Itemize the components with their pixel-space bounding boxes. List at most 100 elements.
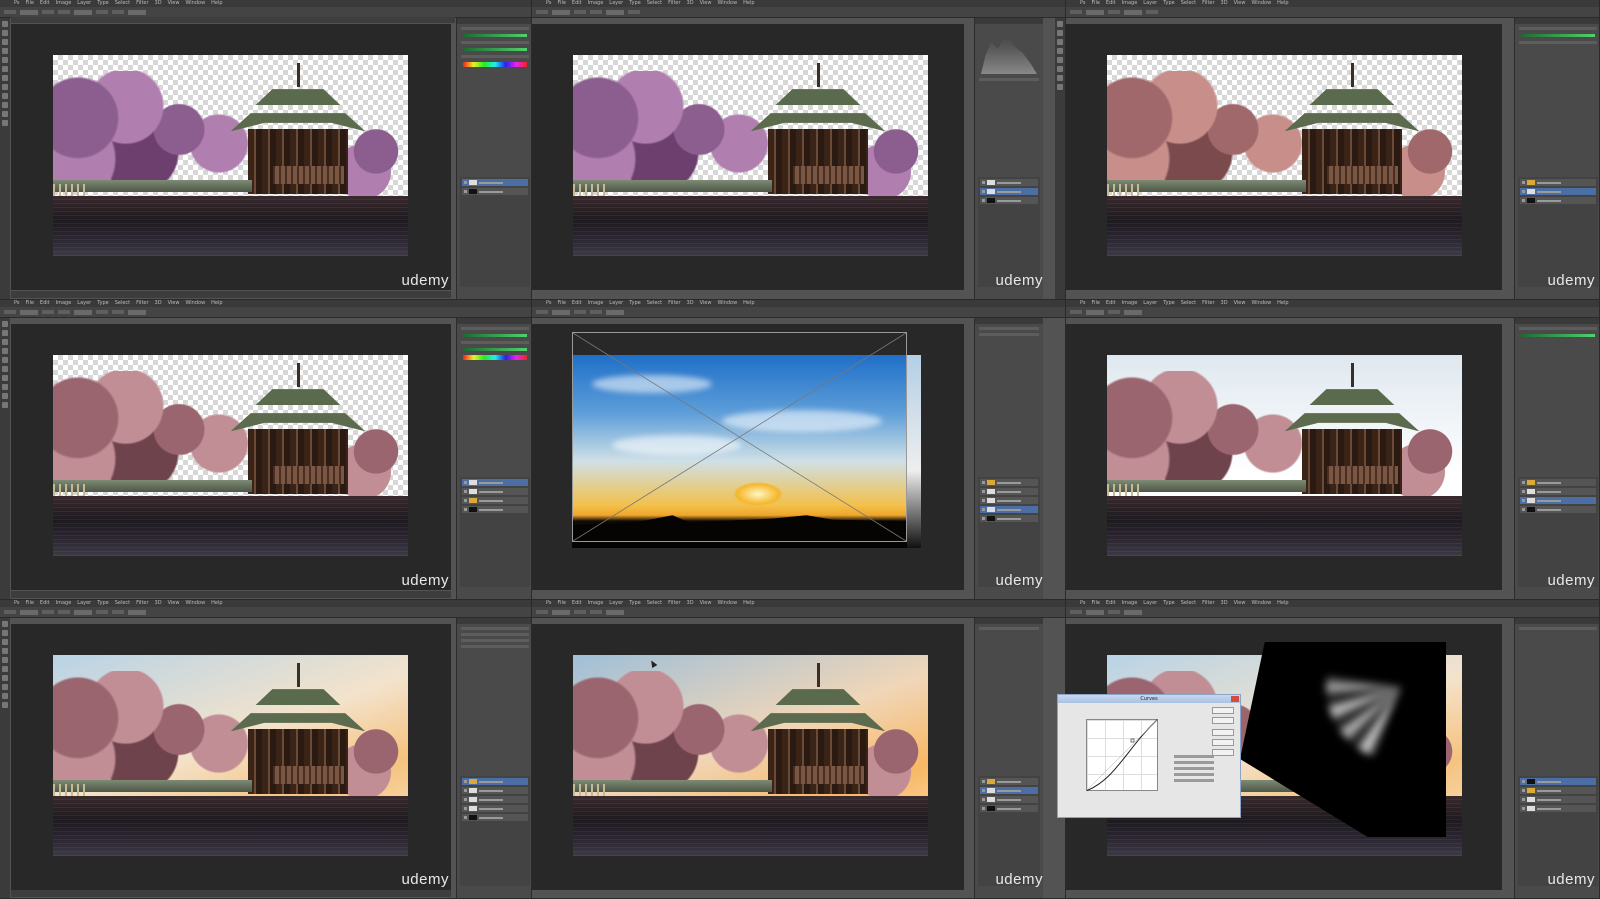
menu-item-filter[interactable]: Filter: [668, 300, 680, 307]
menu-item-edit[interactable]: Edit: [572, 0, 582, 7]
document-canvas[interactable]: [53, 355, 408, 556]
baseline-checkbox[interactable]: [1174, 773, 1214, 776]
menu-bar[interactable]: Ps File Edit Image Layer Type Select Filter 3D Vi…: [1066, 0, 1599, 7]
adjustments-panel[interactable]: [1514, 318, 1599, 599]
menu-item-filter[interactable]: Filter: [136, 600, 148, 607]
options-bar[interactable]: [0, 307, 531, 318]
menu-item-layer[interactable]: Layer: [77, 600, 91, 607]
menu-item-image[interactable]: Image: [588, 600, 604, 607]
menu-item-layer[interactable]: Layer: [1143, 0, 1157, 7]
menu-item-select[interactable]: Select: [1181, 600, 1196, 607]
options-bar[interactable]: [532, 7, 1065, 18]
histogram-panel[interactable]: [974, 18, 1043, 299]
menu-item-select[interactable]: Select: [115, 0, 130, 7]
menu-item-type[interactable]: Type: [629, 600, 640, 607]
menu-item-edit[interactable]: Edit: [1106, 0, 1116, 7]
options-button[interactable]: [1212, 749, 1234, 756]
tools-panel[interactable]: [0, 618, 10, 898]
menu-item-layer[interactable]: Layer: [77, 0, 91, 7]
menu-item-help[interactable]: Help: [1277, 300, 1288, 307]
menu-item-type[interactable]: Type: [97, 0, 108, 7]
menu-item-image[interactable]: Image: [1122, 600, 1138, 607]
menu-item-help[interactable]: Help: [743, 600, 754, 607]
intersection-line-checkbox[interactable]: [1174, 779, 1214, 782]
menu-item-layer[interactable]: Layer: [77, 300, 91, 307]
curves-point-icon[interactable]: [1130, 738, 1135, 743]
menu-item-3d[interactable]: 3D: [1221, 0, 1228, 7]
menu-item-file[interactable]: File: [1092, 600, 1100, 607]
menu-item-3d[interactable]: 3D: [155, 300, 162, 307]
menu-item-help[interactable]: Help: [743, 0, 754, 7]
menu-item-edit[interactable]: Edit: [1106, 600, 1116, 607]
document-canvas[interactable]: [573, 655, 928, 856]
menu-item-layer[interactable]: Layer: [609, 0, 623, 7]
options-bar[interactable]: [1066, 607, 1599, 618]
tools-panel[interactable]: [0, 318, 10, 599]
menu-bar[interactable]: Ps File Edit Image Layer Type Select Filter 3D Vi…: [1066, 600, 1599, 607]
smooth-button[interactable]: [1212, 729, 1234, 736]
menu-bar[interactable]: Ps File Edit Image Layer Type Select Filter 3D Vi…: [532, 0, 1065, 7]
menu-item-view[interactable]: View: [1234, 300, 1246, 307]
menu-item-ps[interactable]: Ps: [1080, 300, 1086, 307]
document-canvas[interactable]: [1107, 355, 1462, 556]
menu-item-select[interactable]: Select: [115, 300, 130, 307]
menu-item-window[interactable]: Window: [1251, 600, 1271, 607]
menu-item-window[interactable]: Window: [185, 0, 205, 7]
menu-item-3d[interactable]: 3D: [687, 300, 694, 307]
menu-item-help[interactable]: Help: [1277, 600, 1288, 607]
menu-item-select[interactable]: Select: [1181, 0, 1196, 7]
menu-item-select[interactable]: Select: [1181, 300, 1196, 307]
menu-item-view[interactable]: View: [168, 0, 180, 7]
menu-item-select[interactable]: Select: [115, 600, 130, 607]
menu-bar[interactable]: Ps File Edit Image Layer Type Select Filter 3D Vi…: [0, 0, 531, 7]
menu-item-edit[interactable]: Edit: [572, 600, 582, 607]
menu-item-select[interactable]: Select: [647, 0, 662, 7]
options-bar[interactable]: [1066, 307, 1599, 318]
menu-item-help[interactable]: Help: [743, 300, 754, 307]
menu-item-type[interactable]: Type: [629, 300, 640, 307]
properties-panel[interactable]: [974, 318, 1043, 599]
channel-overlays-checkbox[interactable]: [1174, 761, 1214, 764]
menu-item-window[interactable]: Window: [1251, 0, 1271, 7]
menu-item-ps[interactable]: Ps: [546, 300, 552, 307]
options-bar[interactable]: [532, 607, 1065, 618]
menu-item-view[interactable]: View: [700, 600, 712, 607]
menu-bar[interactable]: Ps File Edit Image Layer Type Select Filter 3D Vi…: [0, 600, 531, 607]
menu-item-filter[interactable]: Filter: [1202, 600, 1214, 607]
menu-item-filter[interactable]: Filter: [1202, 300, 1214, 307]
menu-item-file[interactable]: File: [26, 600, 34, 607]
menu-item-file[interactable]: File: [26, 0, 34, 7]
layers-panel[interactable]: [460, 477, 530, 587]
menu-item-ps[interactable]: Ps: [546, 0, 552, 7]
menu-item-layer[interactable]: Layer: [1143, 300, 1157, 307]
document-canvas[interactable]: [53, 55, 408, 256]
menu-item-edit[interactable]: Edit: [40, 300, 50, 307]
menu-item-ps[interactable]: Ps: [1080, 0, 1086, 7]
adjustments-panel[interactable]: [456, 18, 531, 299]
menu-item-image[interactable]: Image: [56, 0, 72, 7]
menu-item-image[interactable]: Image: [588, 300, 604, 307]
options-bar[interactable]: [1066, 7, 1599, 18]
menu-item-window[interactable]: Window: [717, 600, 737, 607]
menu-item-ps[interactable]: Ps: [14, 300, 20, 307]
cancel-button[interactable]: [1212, 717, 1234, 724]
auto-button[interactable]: [1212, 739, 1234, 746]
tools-panel[interactable]: [0, 18, 10, 299]
ok-button[interactable]: [1212, 707, 1234, 714]
menu-item-window[interactable]: Window: [185, 300, 205, 307]
layers-panel[interactable]: [460, 177, 530, 287]
menu-item-file[interactable]: File: [558, 300, 566, 307]
eye-icon[interactable]: [464, 181, 467, 184]
menu-item-ps[interactable]: Ps: [14, 600, 20, 607]
menu-item-view[interactable]: View: [700, 300, 712, 307]
menu-item-filter[interactable]: Filter: [668, 600, 680, 607]
menu-item-filter[interactable]: Filter: [1202, 0, 1214, 7]
menu-item-edit[interactable]: Edit: [572, 300, 582, 307]
menu-item-help[interactable]: Help: [211, 0, 222, 7]
properties-panel[interactable]: [456, 618, 531, 898]
menu-item-help[interactable]: Help: [1277, 0, 1288, 7]
menu-item-file[interactable]: File: [558, 600, 566, 607]
menu-item-layer[interactable]: Layer: [1143, 600, 1157, 607]
eye-icon[interactable]: [982, 190, 985, 193]
layers-panel[interactable]: [1518, 477, 1598, 587]
